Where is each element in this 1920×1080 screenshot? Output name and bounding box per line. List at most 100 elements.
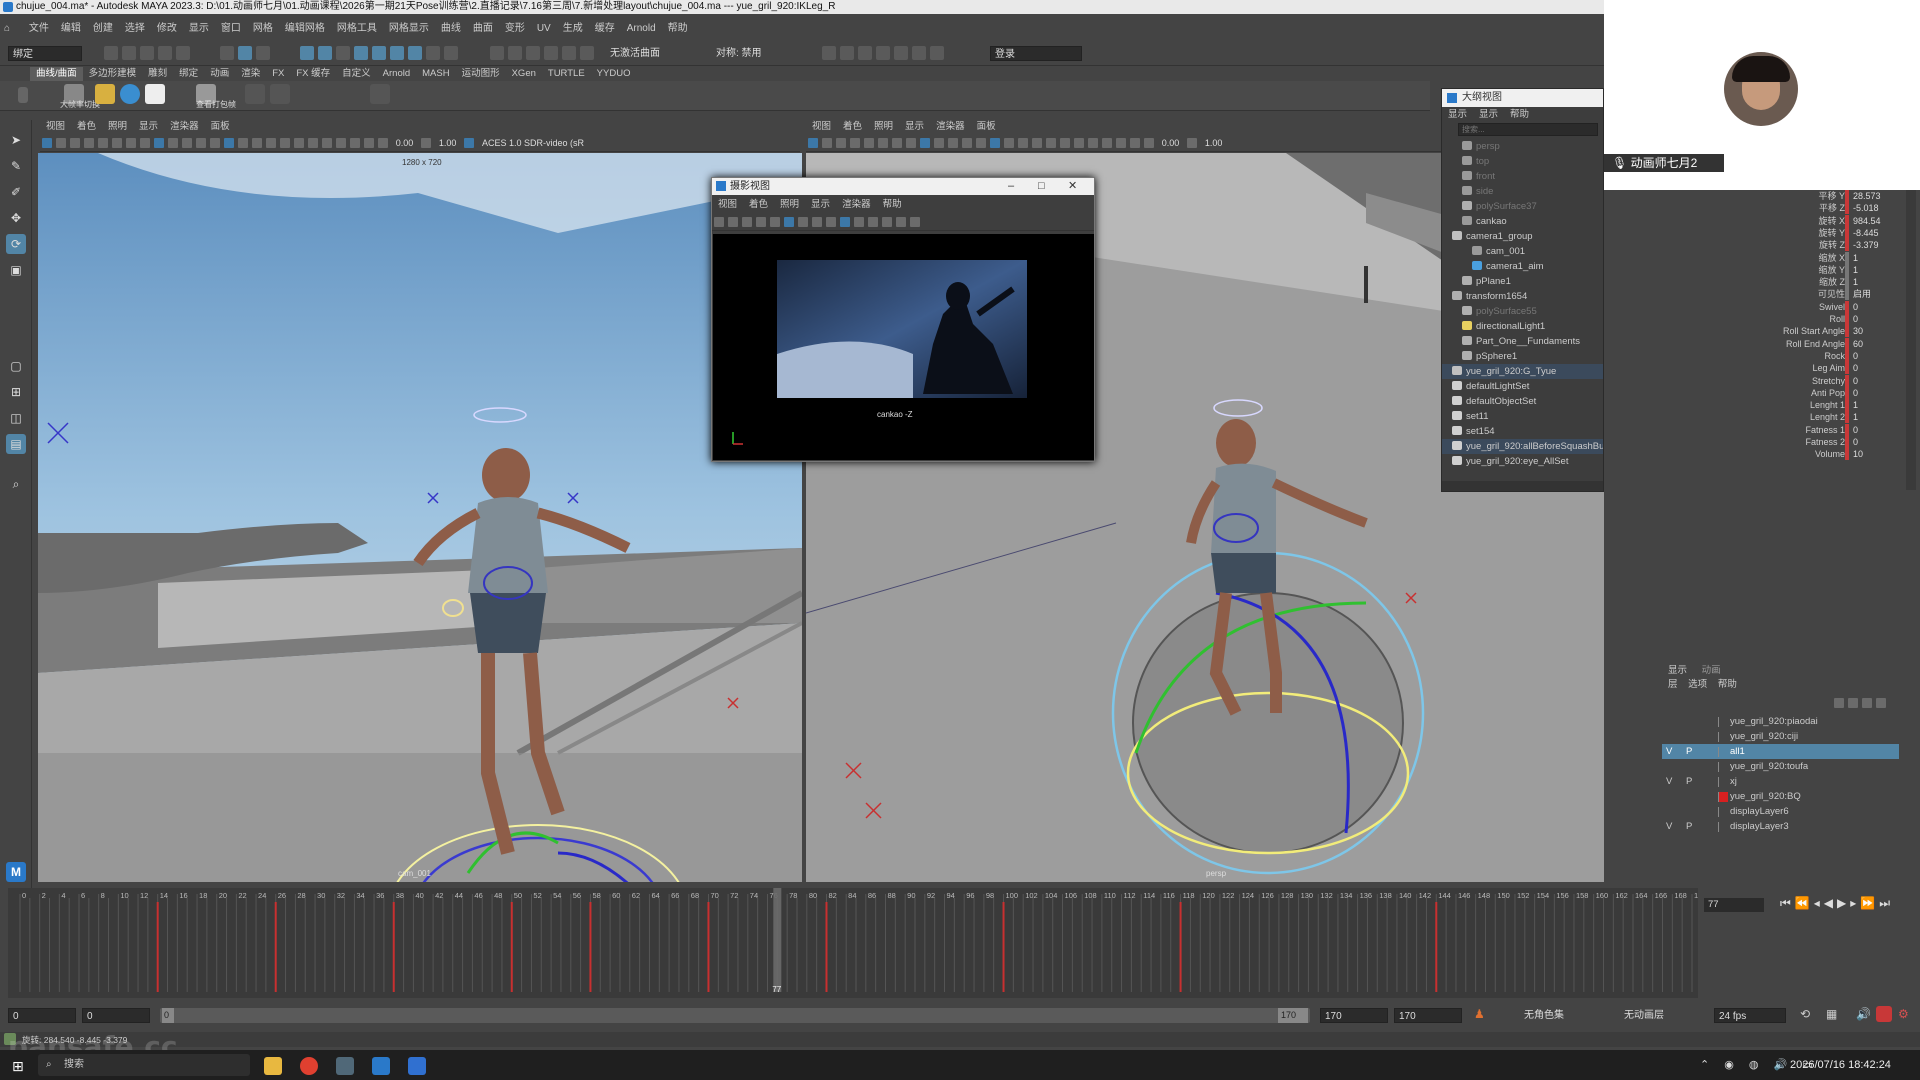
layer-color-swatch[interactable] xyxy=(1718,792,1728,802)
layer-playback-toggle[interactable]: P xyxy=(1686,774,1692,789)
outliner-item[interactable]: directionalLight1 xyxy=(1442,319,1603,334)
menu-item[interactable]: Arnold xyxy=(621,20,662,37)
gamma-field[interactable]: 1.00 xyxy=(436,134,460,151)
channel-row[interactable]: 旋转 Y -8.445 xyxy=(1604,226,1920,239)
left-panel-menu-item[interactable]: 面板 xyxy=(205,120,236,133)
channel-value[interactable]: 0 xyxy=(1845,436,1915,448)
camera-window-menu-item[interactable]: 照明 xyxy=(774,198,805,211)
menu-item[interactable]: 编辑 xyxy=(55,20,87,37)
r-gamma-field[interactable]: 1.00 xyxy=(1202,134,1226,151)
r-camera-attr-icon[interactable] xyxy=(808,138,818,148)
ambient-occlusion-icon[interactable] xyxy=(308,138,318,148)
channel-row[interactable]: 缩放 Y1 xyxy=(1604,263,1920,276)
layer-color-swatch[interactable] xyxy=(1718,747,1728,757)
shelf-tab[interactable]: XGen xyxy=(506,67,542,81)
step-back-icon[interactable]: ◂ xyxy=(1814,896,1824,910)
curve-tool-icon[interactable] xyxy=(245,84,265,104)
time-slider[interactable]: 0 2 4 6 8 10 12 14 16 18 20 22 24 26 28 30 32 34 36 38 40 42 4… xyxy=(8,888,1698,998)
outliner-item[interactable]: polySurface55 xyxy=(1442,304,1603,319)
cw-image-plane-icon[interactable] xyxy=(742,217,752,227)
r-motion-blur-icon[interactable] xyxy=(1088,138,1098,148)
xray-joints-icon[interactable] xyxy=(364,138,374,148)
mask-surfaces-icon[interactable] xyxy=(354,46,368,60)
zoom-icon[interactable]: ⌕ xyxy=(6,474,26,494)
channel-row[interactable]: 旋转 X 984.54 xyxy=(1604,214,1920,227)
menu-set-selector[interactable]: 绑定 xyxy=(8,46,82,61)
single-view-icon[interactable]: ▢ xyxy=(6,356,26,376)
r-ambient-occlusion-icon[interactable] xyxy=(1074,138,1084,148)
cube-icon[interactable] xyxy=(145,84,165,104)
move-tool-icon[interactable]: ✥ xyxy=(6,208,26,228)
mask-misc-icon[interactable] xyxy=(426,46,440,60)
isolate-select-icon[interactable] xyxy=(336,138,346,148)
select-object-icon[interactable] xyxy=(238,46,252,60)
outliner-item[interactable]: pSphere1 xyxy=(1442,349,1603,364)
layer-color-swatch[interactable] xyxy=(1718,717,1728,727)
channel-value[interactable]: 启用 xyxy=(1845,288,1915,301)
paint-select-icon[interactable]: ✐ xyxy=(6,182,26,202)
symmetry-dropdown[interactable]: 对称: 禁用 xyxy=(712,46,800,61)
layer-row[interactable]: V Pall1 xyxy=(1662,744,1899,759)
shelf-menu-icon[interactable] xyxy=(18,87,28,103)
channel-value[interactable]: -3.379 xyxy=(1845,239,1915,252)
safe-action-icon[interactable] xyxy=(182,138,192,148)
r-isolate-select-icon[interactable] xyxy=(1102,138,1112,148)
lock-icon[interactable] xyxy=(444,46,458,60)
default-material-icon[interactable] xyxy=(238,138,248,148)
channel-value[interactable]: 10 xyxy=(1845,448,1915,461)
go-end-icon[interactable]: ⏭ xyxy=(1879,896,1894,910)
outliner-item[interactable]: pPlane1 xyxy=(1442,274,1603,289)
layer-row[interactable]: V PdisplayLayer3 xyxy=(1662,819,1899,834)
anim-layer-dropdown[interactable]: 无动画层 xyxy=(1620,1008,1710,1023)
anim-start-field[interactable]: 0 xyxy=(8,1008,76,1023)
layer-playback-toggle[interactable]: P xyxy=(1686,819,1692,834)
exposure-icon[interactable] xyxy=(378,138,388,148)
gamma-icon[interactable] xyxy=(421,138,432,148)
channel-box-side-tabs[interactable] xyxy=(1906,190,1916,490)
channel-value[interactable]: 0 xyxy=(1845,362,1915,375)
left-panel-menu-item[interactable]: 视图 xyxy=(40,120,71,133)
mask-dynamics-icon[interactable] xyxy=(390,46,404,60)
gate-mask-icon[interactable] xyxy=(154,138,164,148)
outliner-menu-item[interactable]: 显示 xyxy=(1473,108,1504,121)
left-panel-menu-item[interactable]: 照明 xyxy=(102,120,133,133)
cw-grid-icon[interactable] xyxy=(784,217,794,227)
outliner-item[interactable]: camera1_aim xyxy=(1442,259,1603,274)
preferences-icon[interactable]: ⚙ xyxy=(1898,1007,1909,1021)
layer-row[interactable]: displayLayer6 xyxy=(1662,804,1899,819)
file-explorer-icon[interactable] xyxy=(264,1057,282,1075)
channel-row[interactable]: 可见性 启用 xyxy=(1604,288,1920,301)
camera-window-menu-item[interactable]: 帮助 xyxy=(877,198,908,211)
snap-vertex-icon[interactable] xyxy=(580,46,594,60)
channel-row[interactable]: 平移 Y 28.573 xyxy=(1604,190,1920,202)
mask-curves-icon[interactable] xyxy=(336,46,350,60)
r-exposure-field[interactable]: 0.00 xyxy=(1159,134,1183,151)
play-back-icon[interactable]: ◀ xyxy=(1824,896,1837,910)
r-image-plane-icon[interactable] xyxy=(836,138,846,148)
taskbar-search-box[interactable]: ⌕ 搜索 xyxy=(38,1054,250,1076)
shelf-tab[interactable]: TURTLE xyxy=(542,67,591,81)
channel-row[interactable]: Swivel 0 xyxy=(1604,300,1920,313)
channel-value[interactable]: 30 xyxy=(1845,325,1915,338)
menu-item[interactable]: 曲面 xyxy=(467,20,499,37)
outliner-hscrollbar[interactable] xyxy=(1442,481,1603,491)
right-panel-menu-item[interactable]: 着色 xyxy=(837,120,868,133)
right-panel-menu-item[interactable]: 渲染器 xyxy=(930,120,971,133)
current-frame-field[interactable]: 77 xyxy=(1704,898,1764,912)
shelf-tab[interactable]: 多边形建模 xyxy=(83,67,143,81)
channel-value[interactable]: 0 xyxy=(1845,300,1915,313)
snap-surface-icon[interactable] xyxy=(562,46,576,60)
r-wireframe-icon[interactable] xyxy=(976,138,986,148)
shelf-tab[interactable]: 运动图形 xyxy=(456,67,506,81)
login-button[interactable]: 登录 xyxy=(990,46,1082,61)
right-panel-menu-item[interactable]: 显示 xyxy=(899,120,930,133)
r-shaded-wire-icon[interactable] xyxy=(1018,138,1028,148)
camera-window-titlebar[interactable]: 摄影视图 – □ ✕ xyxy=(712,178,1094,195)
step-forward-key-icon[interactable]: ⏩ xyxy=(1860,896,1879,910)
shelf-tab[interactable]: FX xyxy=(266,67,290,81)
new-scene-icon[interactable] xyxy=(104,46,118,60)
range-slider[interactable]: 0 170 xyxy=(160,1008,1310,1023)
snake-curve-icon[interactable] xyxy=(370,84,390,104)
close-icon[interactable]: ✕ xyxy=(1068,178,1077,195)
outliner-item[interactable]: set154 xyxy=(1442,424,1603,439)
